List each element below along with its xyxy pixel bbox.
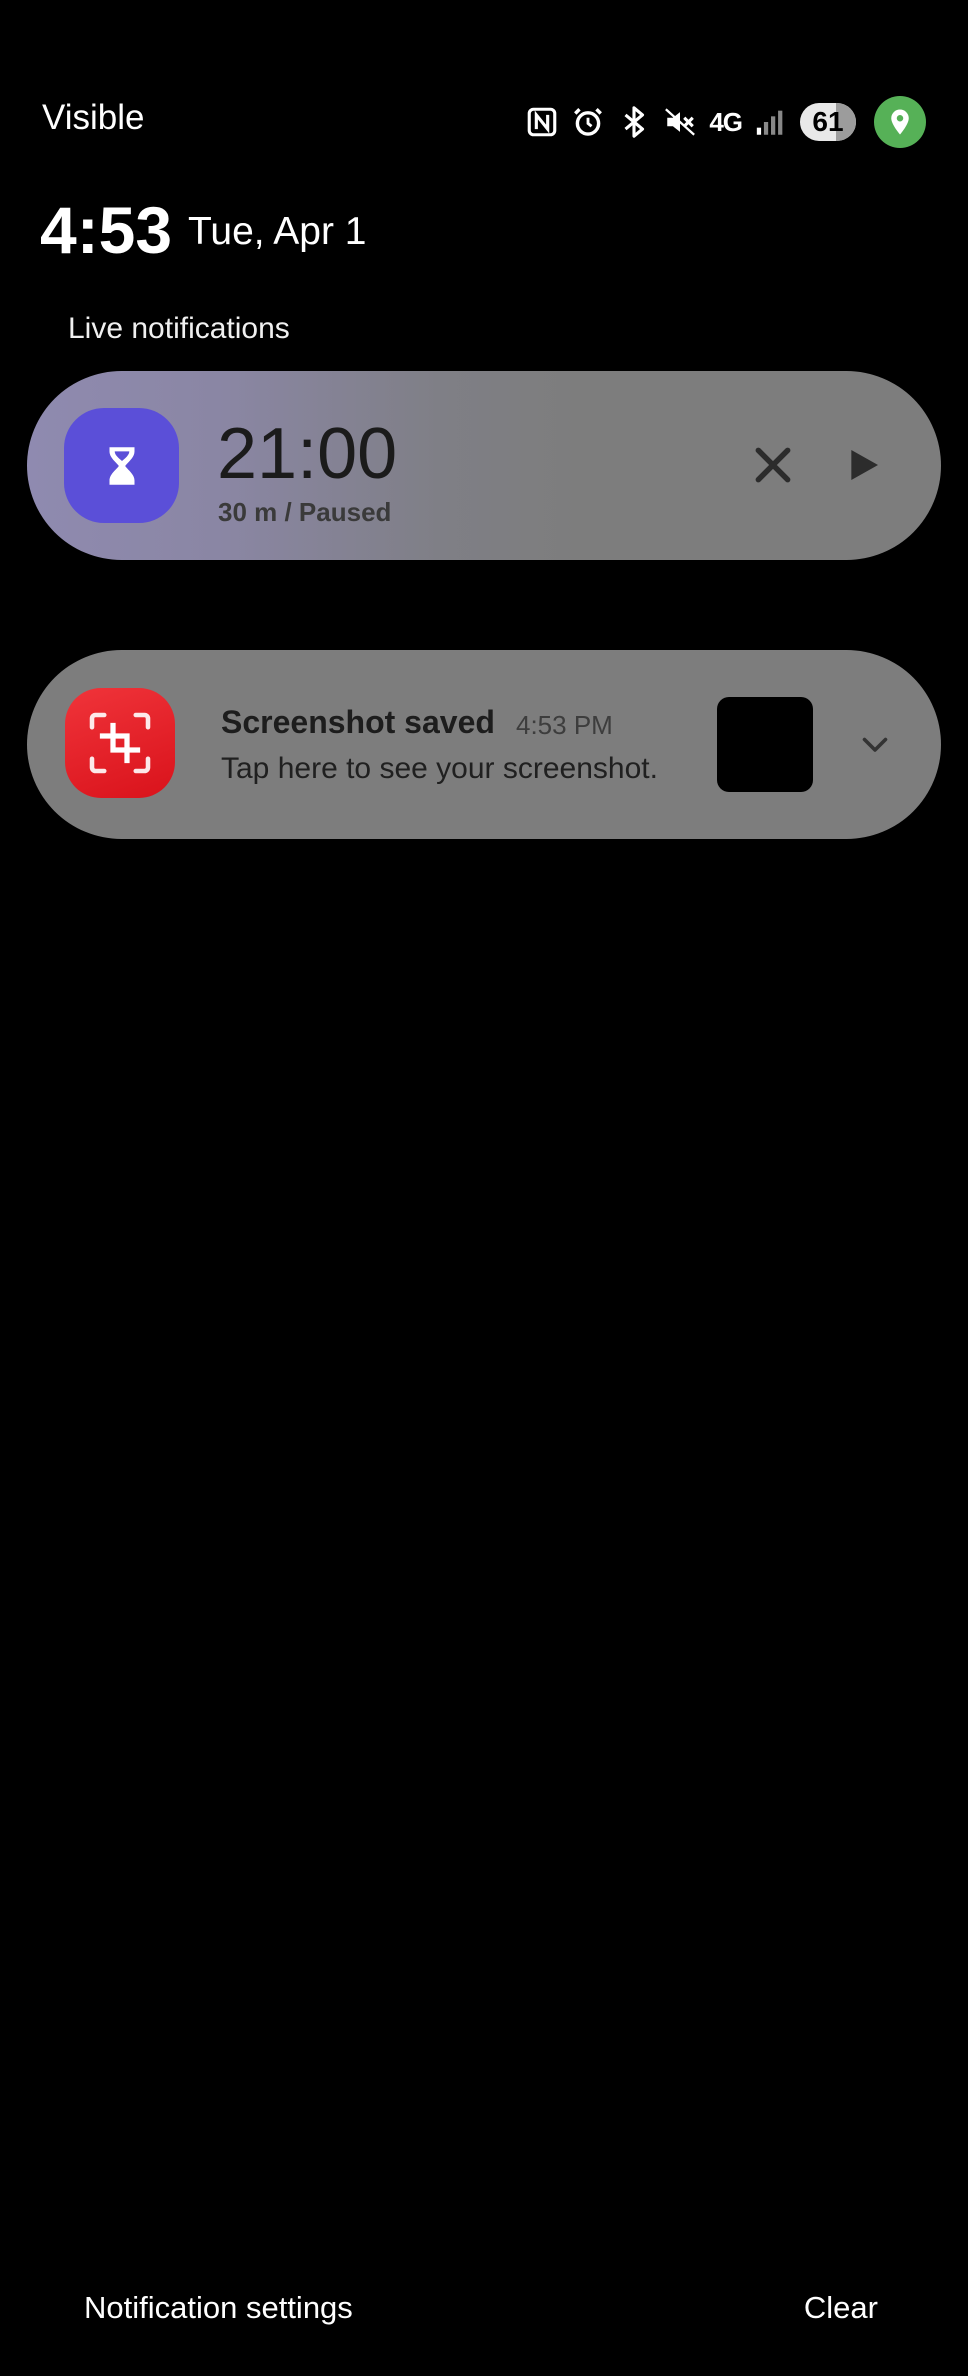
chevron-down-icon[interactable]	[845, 714, 905, 774]
location-icon	[874, 96, 926, 148]
notification-title: Screenshot saved	[221, 704, 495, 740]
play-icon[interactable]	[829, 431, 897, 499]
screenshot-notification[interactable]: Screenshot saved 4:53 PM Tap here to see…	[27, 650, 941, 839]
carrier-name: Visible	[42, 98, 145, 137]
clock-time[interactable]: 4:53	[40, 192, 172, 268]
live-notifications-label: Live notifications	[68, 312, 290, 345]
hourglass-icon	[64, 408, 179, 523]
bluetooth-icon	[617, 105, 651, 139]
battery-icon: 61	[800, 103, 856, 141]
4g-lte-icon: 4G	[709, 106, 743, 137]
clear-button[interactable]: Clear	[804, 2290, 878, 2326]
status-bar: Visible 4G 61	[0, 0, 968, 200]
timer-notification[interactable]: 21:00 30 m / Paused	[27, 371, 941, 560]
mute-icon	[663, 105, 697, 139]
battery-level: 61	[812, 106, 844, 137]
notification-time: 4:53 PM	[516, 710, 613, 740]
date-label[interactable]: Tue, Apr 1	[188, 210, 367, 254]
screenshot-thumbnail[interactable]	[717, 697, 813, 792]
timer-status: 30 m / Paused	[218, 497, 392, 527]
signal-icon	[754, 105, 788, 139]
alarm-icon	[571, 105, 605, 139]
notification-settings-button[interactable]: Notification settings	[84, 2290, 353, 2326]
close-icon[interactable]	[739, 431, 807, 499]
notification-body: Tap here to see your screenshot.	[221, 752, 658, 785]
status-icons: 4G 61	[525, 94, 926, 150]
screenshot-crop-icon	[65, 688, 175, 798]
timer-value: 21:00	[217, 414, 398, 494]
nfc-icon	[525, 105, 559, 139]
